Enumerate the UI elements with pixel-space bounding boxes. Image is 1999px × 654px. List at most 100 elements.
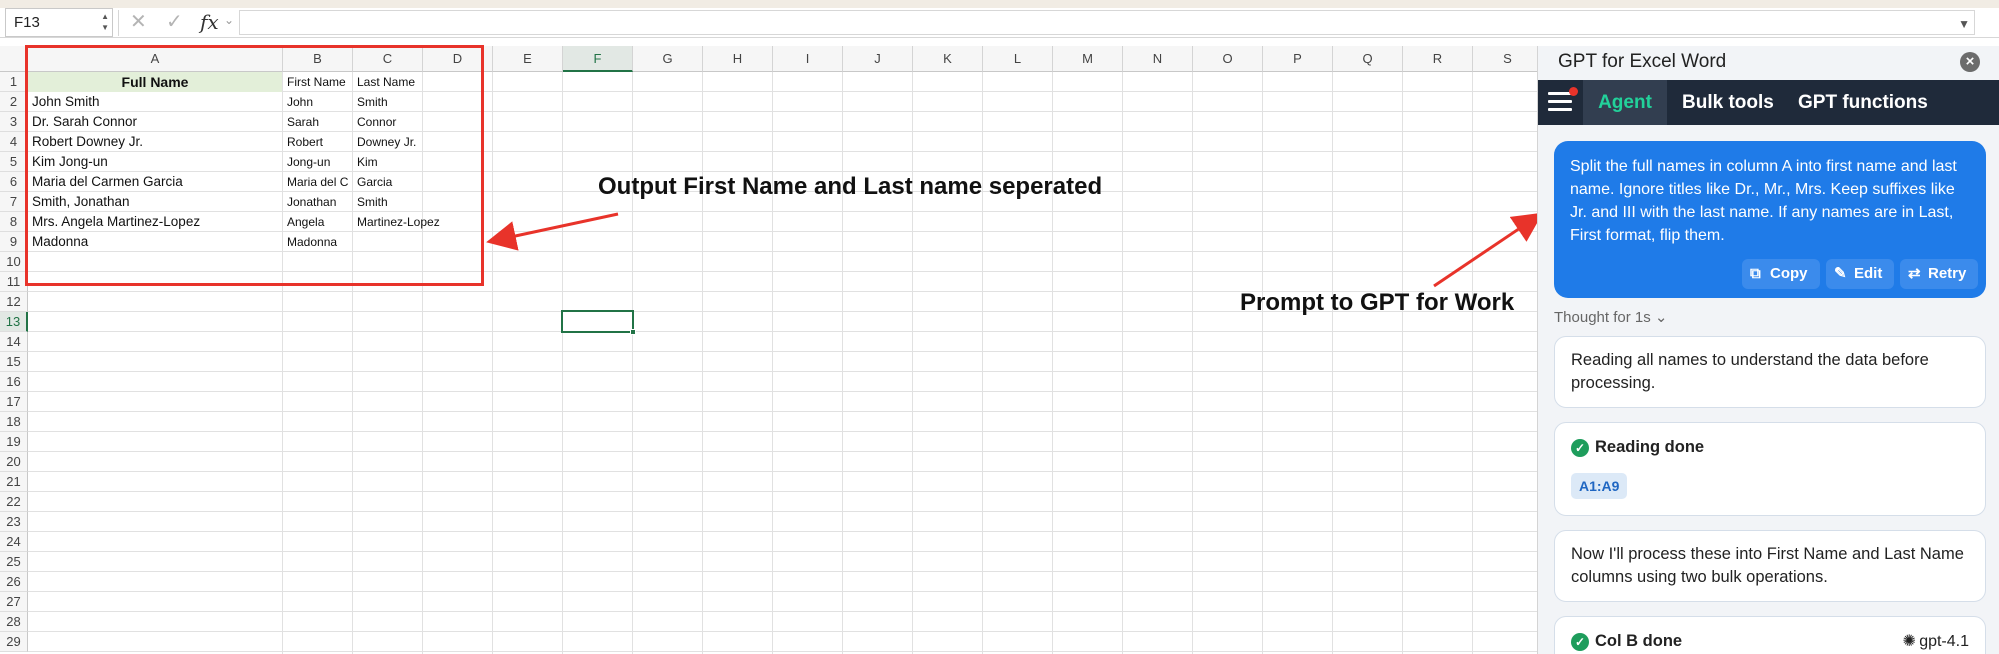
formula-bar: F13 ▲ ▼ ✕ ✓ fx ⌄ ▼	[0, 8, 1999, 38]
column-header-e[interactable]: E	[493, 46, 563, 72]
column-header-l[interactable]: L	[983, 46, 1053, 72]
reading-done-card: ✓ Reading done A1:A9	[1554, 422, 1986, 516]
range-badge[interactable]: A1:A9	[1571, 473, 1628, 499]
row-header-23[interactable]: 23	[0, 512, 28, 532]
grid-line	[28, 371, 1537, 372]
chevron-down-icon: ⌄	[1654, 309, 1668, 326]
row-header-29[interactable]: 29	[0, 632, 28, 652]
column-header-q[interactable]: Q	[1333, 46, 1403, 72]
column-header-p[interactable]: P	[1263, 46, 1333, 72]
row-header-16[interactable]: 16	[0, 372, 28, 392]
row-header-20[interactable]: 20	[0, 452, 28, 472]
fx-icon[interactable]: fx	[200, 10, 219, 34]
column-header-m[interactable]: M	[1053, 46, 1123, 72]
hamburger-icon[interactable]	[1548, 87, 1578, 112]
column-header-i[interactable]: I	[773, 46, 843, 72]
column-header-f[interactable]: F	[563, 46, 633, 72]
row-header-12[interactable]: 12	[0, 292, 28, 312]
row-header-6[interactable]: 6	[0, 172, 28, 192]
row-header-4[interactable]: 4	[0, 132, 28, 152]
grid-line	[28, 471, 1537, 472]
column-header-h[interactable]: H	[703, 46, 773, 72]
thought-toggle[interactable]: Thought for 1s ⌄	[1554, 308, 1667, 326]
grid-line	[1332, 72, 1333, 654]
chevron-down-icon[interactable]: ▼	[1958, 17, 1970, 31]
row-header-21[interactable]: 21	[0, 472, 28, 492]
grid-line	[1192, 72, 1193, 654]
row-header-26[interactable]: 26	[0, 572, 28, 592]
chevron-down-icon[interactable]: ⌄	[224, 13, 234, 27]
grid-line	[702, 72, 703, 654]
row-header-11[interactable]: 11	[0, 272, 28, 292]
grid-line	[28, 591, 1537, 592]
agent-message-process: Now I'll process these into First Name a…	[1554, 530, 1986, 602]
row-header-15[interactable]: 15	[0, 352, 28, 372]
notification-dot	[1569, 87, 1578, 96]
row-header-19[interactable]: 19	[0, 432, 28, 452]
row-header-3[interactable]: 3	[0, 112, 28, 132]
column-header-n[interactable]: N	[1123, 46, 1193, 72]
panel-title: GPT for Excel Word	[1558, 51, 1727, 72]
grid-line	[1402, 72, 1403, 654]
grid-line	[28, 571, 1537, 572]
row-header-18[interactable]: 18	[0, 412, 28, 432]
name-box-stepper-icon[interactable]: ▲ ▼	[101, 11, 109, 33]
row-header-10[interactable]: 10	[0, 252, 28, 272]
column-header-r[interactable]: R	[1403, 46, 1473, 72]
row-header-28[interactable]: 28	[0, 612, 28, 632]
grid-line	[28, 331, 1537, 332]
row-header-13[interactable]: 13	[0, 312, 28, 332]
tab-bulk-tools[interactable]: Bulk tools	[1682, 80, 1774, 125]
grid-line	[1052, 72, 1053, 654]
agent-message-text: Now I'll process these into First Name a…	[1571, 545, 1964, 586]
panel-tab-bar: Agent Bulk tools GPT functions	[1538, 80, 1999, 125]
tab-agent[interactable]: Agent	[1583, 80, 1667, 125]
check-icon[interactable]: ✓	[166, 11, 183, 33]
formula-input[interactable]: ▼	[239, 10, 1975, 35]
row-header-5[interactable]: 5	[0, 152, 28, 172]
row-header-14[interactable]: 14	[0, 332, 28, 352]
row-header-22[interactable]: 22	[0, 492, 28, 512]
col-b-done-title: Col B done	[1595, 632, 1683, 650]
grid-line	[1262, 72, 1263, 654]
output-highlight-box	[25, 45, 484, 286]
grid-line	[28, 391, 1537, 392]
row-header-2[interactable]: 2	[0, 92, 28, 112]
row-header-7[interactable]: 7	[0, 192, 28, 212]
grid-line	[28, 451, 1537, 452]
column-header-g[interactable]: G	[633, 46, 703, 72]
close-icon[interactable]: ×	[1960, 52, 1980, 72]
grid-line	[28, 431, 1537, 432]
column-header-k[interactable]: K	[913, 46, 983, 72]
tab-gpt-functions[interactable]: GPT functions	[1798, 80, 1928, 125]
gpt-side-panel: GPT for Excel Word × Agent Bulk tools GP…	[1537, 46, 1999, 654]
row-header-1[interactable]: 1	[0, 72, 28, 92]
row-header-27[interactable]: 27	[0, 592, 28, 612]
grid-line	[982, 72, 983, 654]
selected-cell[interactable]	[561, 310, 634, 333]
copy-button[interactable]: ⧉ Copy	[1742, 259, 1820, 289]
row-header-9[interactable]: 9	[0, 232, 28, 252]
grid-line	[772, 72, 773, 654]
grid-line	[1472, 72, 1473, 654]
retry-button[interactable]: ⇄ Retry	[1900, 259, 1978, 289]
column-header-j[interactable]: J	[843, 46, 913, 72]
edit-button[interactable]: ✎ Edit	[1826, 259, 1894, 289]
row-header-25[interactable]: 25	[0, 552, 28, 572]
row-header-8[interactable]: 8	[0, 212, 28, 232]
select-all-corner[interactable]	[0, 46, 28, 72]
column-header-o[interactable]: O	[1193, 46, 1263, 72]
column-header-s[interactable]: S	[1473, 46, 1537, 72]
grid-line	[28, 511, 1537, 512]
name-box[interactable]: F13 ▲ ▼	[5, 8, 113, 37]
top-strip	[0, 0, 1999, 8]
col-b-done-card: ✓ Col B done ✺ gpt-4.1	[1554, 616, 1986, 654]
row-header-24[interactable]: 24	[0, 532, 28, 552]
thought-label: Thought for 1s	[1554, 309, 1651, 326]
model-label: ✺ gpt-4.1	[1901, 631, 1969, 651]
fill-handle[interactable]	[630, 329, 636, 335]
close-icon[interactable]: ✕	[130, 11, 147, 33]
row-header-17[interactable]: 17	[0, 392, 28, 412]
grid-line	[1122, 72, 1123, 654]
copy-button-label: Copy	[1770, 265, 1808, 282]
